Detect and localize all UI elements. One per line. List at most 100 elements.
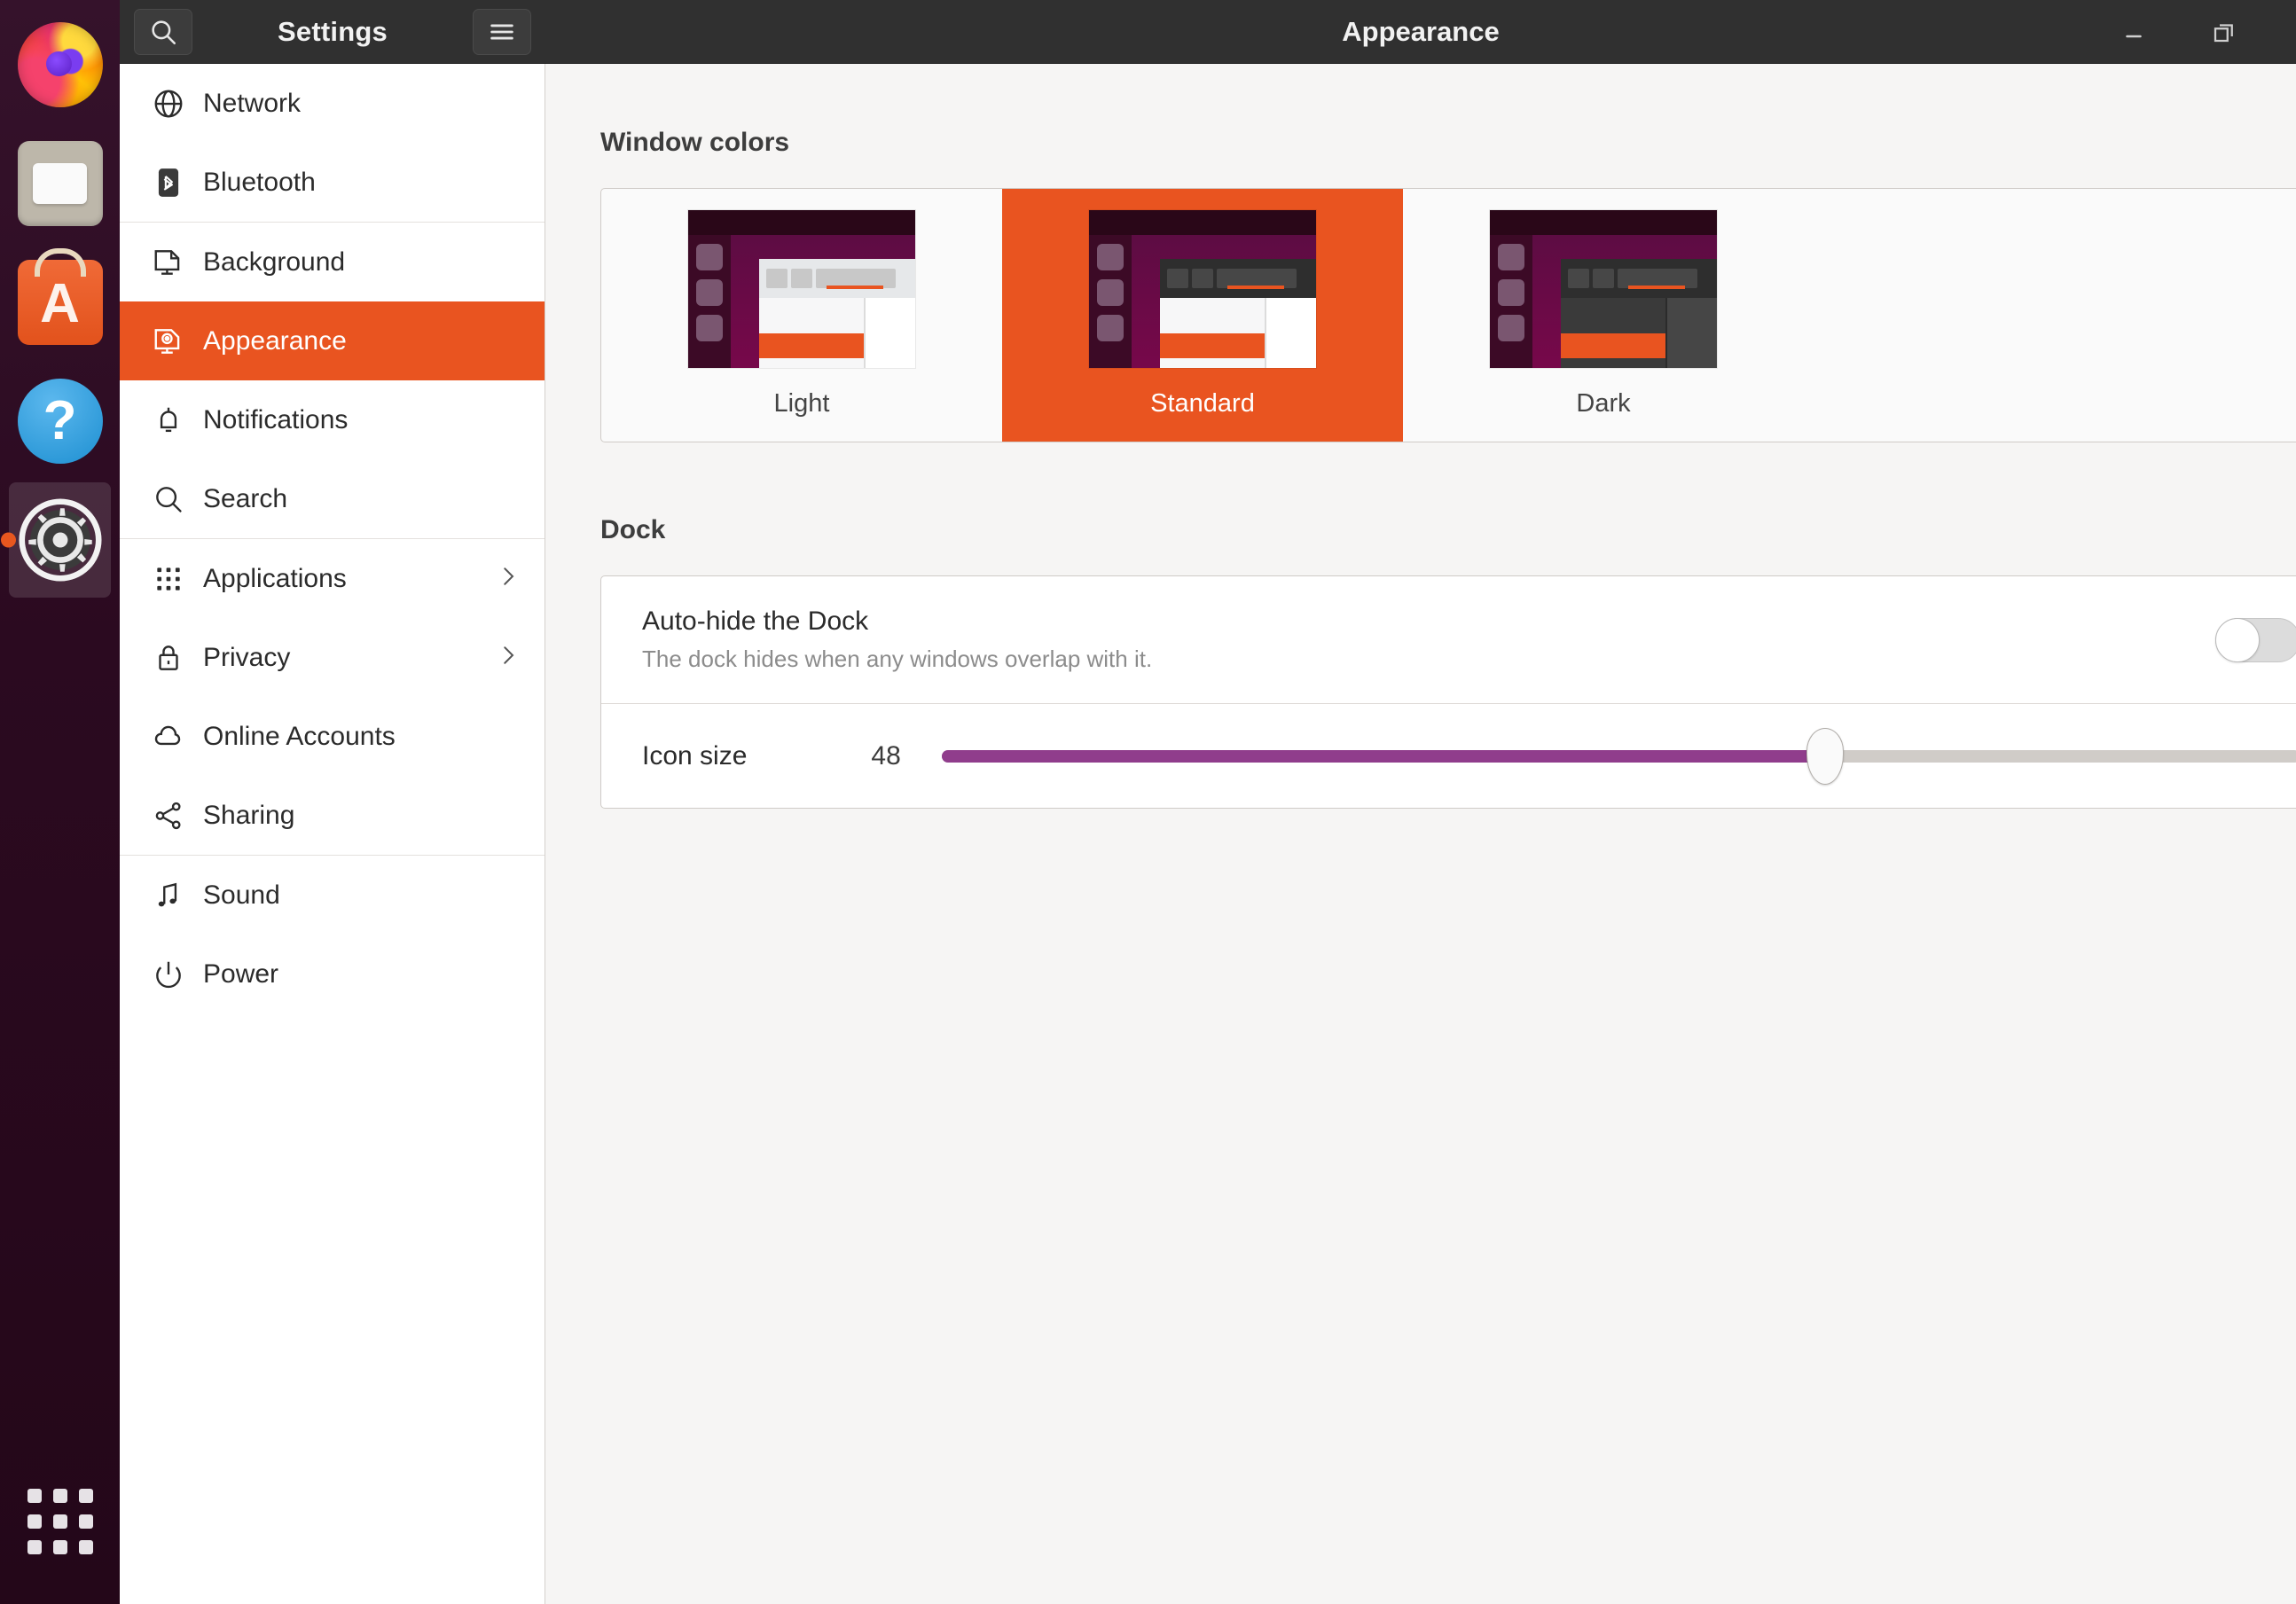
- search-icon: [152, 482, 198, 516]
- sidebar-item-label: Search: [203, 483, 288, 513]
- window-controls: [2113, 12, 2245, 52]
- theme-chooser: Light Standard Dark: [601, 189, 2296, 442]
- sidebar-item-label: Online Accounts: [203, 721, 396, 751]
- titlebar-right-section: Appearance: [545, 0, 2296, 63]
- search-icon: [152, 20, 176, 44]
- cloud-icon: [152, 720, 198, 754]
- icon-size-row: Icon size 48: [601, 703, 2296, 808]
- files-icon: [17, 141, 103, 226]
- sidebar-item-label: Sharing: [203, 800, 295, 830]
- sidebar-item-label: Power: [203, 958, 279, 989]
- dock-item-help[interactable]: ?: [9, 364, 111, 479]
- dock-item-software[interactable]: A: [9, 245, 111, 360]
- sidebar-item-privacy[interactable]: Privacy: [120, 618, 545, 697]
- sidebar-item-online-accounts[interactable]: Online Accounts: [120, 697, 545, 776]
- chevron-right-icon: [495, 563, 521, 594]
- window-colors-panel: Light Standard Dark: [600, 188, 2296, 442]
- sidebar-item-label: Appearance: [203, 325, 347, 356]
- dock-item-list: A ?: [0, 0, 120, 601]
- lock-icon: [152, 641, 198, 675]
- firefox-icon: [17, 22, 103, 107]
- ubuntu-software-icon: A: [17, 260, 103, 345]
- minimize-icon: [2126, 35, 2142, 37]
- software-a-glyph: A: [40, 273, 80, 334]
- sidebar-item-label: Applications: [203, 563, 347, 593]
- sidebar-item-network[interactable]: Network: [120, 64, 545, 143]
- toggle-knob: [2215, 617, 2260, 662]
- settings-window: Settings Appearance Network Bluetooth Ba…: [120, 0, 2296, 1604]
- theme-option-standard[interactable]: Standard: [1002, 189, 1403, 442]
- sidebar-item-label: Privacy: [203, 642, 291, 672]
- appearance-content-pane: Window colors Light Standard Dark Dock A…: [545, 64, 2296, 1604]
- search-button[interactable]: [134, 8, 192, 55]
- bell-icon: [152, 403, 198, 437]
- gear-icon: [18, 497, 103, 583]
- running-indicator-dot: [1, 532, 16, 548]
- bluetooth-icon: [152, 166, 198, 200]
- icon-size-slider-wrap: 48: [871, 727, 2296, 785]
- autohide-subtitle: The dock hides when any windows overlap …: [642, 646, 1153, 672]
- settings-sidebar: Network Bluetooth Background Appearance …: [120, 64, 545, 1604]
- grid-icon: [152, 562, 198, 596]
- sidebar-item-bluetooth[interactable]: Bluetooth: [120, 143, 545, 222]
- music-note-icon: [152, 879, 198, 912]
- dock-settings-panel: Auto-hide the Dock The dock hides when a…: [600, 575, 2296, 809]
- sidebar-item-label: Notifications: [203, 404, 349, 434]
- theme-label: Light: [773, 389, 830, 418]
- restore-button[interactable]: [2204, 12, 2245, 52]
- chevron-right-icon: [495, 642, 521, 673]
- window-titlebar: Settings Appearance: [120, 0, 2296, 64]
- autohide-title: Auto-hide the Dock: [642, 606, 869, 636]
- content-inner: Window colors Light Standard Dark Dock A…: [545, 64, 2296, 809]
- icon-size-slider[interactable]: [941, 727, 2296, 785]
- globe-icon: [152, 87, 198, 121]
- help-question-glyph: ?: [43, 390, 77, 451]
- sidebar-item-label: Background: [203, 246, 346, 277]
- sidebar-item-background[interactable]: Background: [120, 223, 545, 301]
- restore-window-icon: [2214, 23, 2233, 42]
- ubuntu-dock: A ?: [0, 0, 120, 1604]
- show-applications-button[interactable]: [0, 1489, 120, 1554]
- theme-option-dark[interactable]: Dark: [1403, 189, 1804, 442]
- dock-item-firefox[interactable]: [9, 7, 111, 122]
- appearance-icon: [152, 325, 198, 358]
- autohide-texts: Auto-hide the Dock The dock hides when a…: [642, 606, 1152, 673]
- main-menu-button[interactable]: [473, 8, 531, 55]
- slider-fill: [941, 749, 1825, 763]
- desktop-screen: A ? Settings Appearance Network Bluetoot…: [0, 0, 2296, 1604]
- slider-handle[interactable]: [1806, 727, 1844, 785]
- icon-size-value: 48: [871, 740, 901, 771]
- theme-label: Standard: [1150, 389, 1255, 418]
- sidebar-item-appearance[interactable]: Appearance: [120, 301, 545, 380]
- titlebar-left-section: Settings: [120, 0, 545, 63]
- window-colors-heading: Window colors: [600, 128, 790, 157]
- sidebar-item-applications[interactable]: Applications: [120, 539, 545, 618]
- dock-item-files[interactable]: [9, 126, 111, 241]
- sidebar-item-search[interactable]: Search: [120, 459, 545, 538]
- dock-item-settings[interactable]: [1, 482, 111, 598]
- minimize-button[interactable]: [2113, 12, 2154, 52]
- sidebar-item-label: Sound: [203, 880, 280, 910]
- sidebar-item-label: Bluetooth: [203, 167, 316, 197]
- icon-size-title: Icon size: [642, 740, 748, 771]
- sidebar-item-notifications[interactable]: Notifications: [120, 380, 545, 459]
- sidebar-item-label: Network: [203, 88, 302, 118]
- sidebar-item-power[interactable]: Power: [120, 935, 545, 1013]
- power-icon: [152, 958, 198, 991]
- theme-label: Dark: [1576, 389, 1631, 418]
- app-grid-icon: [27, 1489, 93, 1554]
- dock-heading: Dock: [600, 515, 666, 544]
- theme-preview-dark: [1490, 210, 1717, 368]
- autohide-dock-row: Auto-hide the Dock The dock hides when a…: [601, 576, 2296, 703]
- window-body: Network Bluetooth Background Appearance …: [120, 64, 2296, 1604]
- hamburger-menu-icon: [490, 24, 513, 39]
- sidebar-item-sound[interactable]: Sound: [120, 856, 545, 935]
- sidebar-item-sharing[interactable]: Sharing: [120, 776, 545, 855]
- theme-preview-light: [688, 210, 915, 368]
- page-title: Appearance: [1342, 15, 1500, 47]
- theme-option-light[interactable]: Light: [601, 189, 1002, 442]
- autohide-dock-toggle[interactable]: [2215, 617, 2296, 662]
- help-icon: ?: [17, 379, 103, 464]
- settings-window-title: Settings: [278, 15, 388, 47]
- theme-preview-standard: [1089, 210, 1316, 368]
